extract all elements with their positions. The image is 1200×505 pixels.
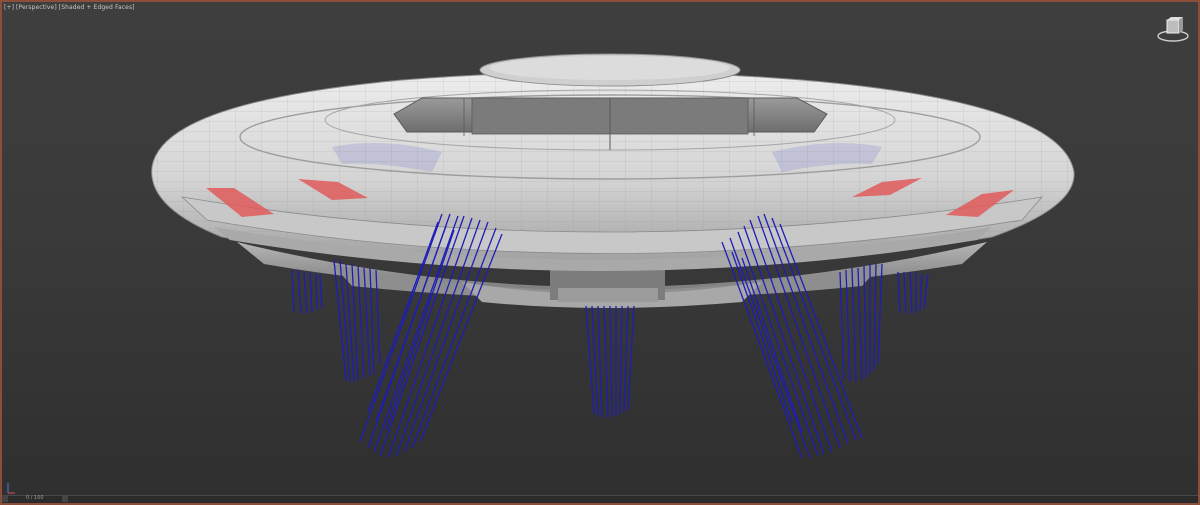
- ufo-hull: [151, 53, 1075, 271]
- timeline-bar[interactable]: 0 / 100: [2, 495, 1198, 503]
- perspective-viewport[interactable]: [+] [Perspective] [Shaded + Edged Faces]: [0, 0, 1200, 505]
- timeline-frame-counter: 0 / 100: [26, 495, 44, 501]
- timeline-prev-button[interactable]: [2, 496, 8, 502]
- axis-gizmo-icon: [7, 483, 15, 494]
- ufo-model-scene[interactable]: [2, 2, 1198, 503]
- timeline-next-button[interactable]: [62, 496, 68, 502]
